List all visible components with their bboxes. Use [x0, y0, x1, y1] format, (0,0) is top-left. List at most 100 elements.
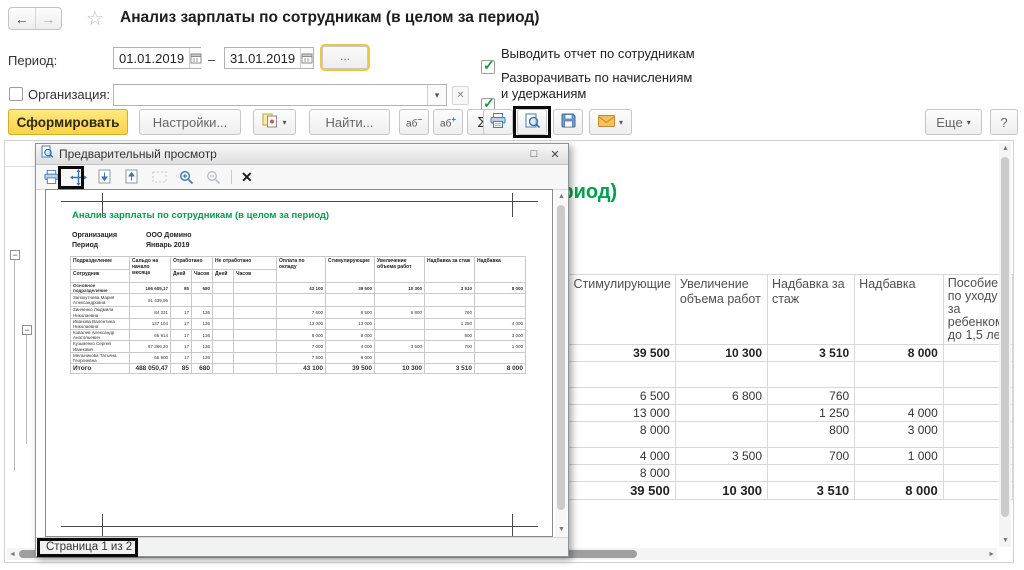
back-arrow-icon: ←	[15, 11, 29, 27]
column-header: Сотрудник	[71, 270, 130, 283]
period-label: Период	[72, 242, 98, 249]
header-row: Подразделение Сальдо на начало месяца От…	[71, 257, 526, 270]
forward-button[interactable]: →	[36, 8, 62, 29]
check-icon: ✓	[483, 57, 495, 74]
expand-label: Разворачивать по начислениям и удержания…	[501, 70, 701, 102]
help-button[interactable]: ?	[990, 109, 1018, 135]
zoom-out-button[interactable]	[204, 168, 222, 186]
find-button[interactable]: Найти...	[309, 109, 390, 135]
calendar-icon[interactable]	[189, 48, 202, 68]
close-preview-button[interactable]: ✕	[241, 169, 253, 186]
dialog-title: Предварительный просмотр	[59, 147, 521, 161]
preview-report-title: Анализ зарплаты по сотрудникам (в целом …	[72, 210, 329, 221]
scroll-up-icon[interactable]: ▲	[1002, 145, 1009, 153]
by-employees-checkbox[interactable]: ✓	[481, 60, 495, 74]
report-variants-button[interactable]: ▾	[253, 109, 296, 135]
collapse-groups-icon: аб−	[406, 115, 422, 129]
table-row[interactable]: 7 5008 000	[494, 465, 1013, 482]
send-email-button[interactable]: ▾	[589, 109, 632, 135]
column-header: Не отработано	[213, 257, 277, 270]
back-button[interactable]: ←	[9, 8, 36, 29]
table-row: Зинченко Людмила Николаевна84 331171367 …	[71, 307, 526, 318]
column-header: Дней	[171, 270, 192, 283]
report-header-row: Оплата по окладу Стимулирующие Увеличени…	[494, 275, 1013, 345]
table-row: Основное подразделение166 605,178568043 …	[71, 283, 526, 294]
column-header[interactable]: Увеличение объема работ	[675, 275, 767, 345]
scroll-left-icon[interactable]: ◄	[9, 551, 16, 559]
margin-mark	[102, 514, 103, 536]
selection-area-icon	[150, 168, 168, 186]
column-header: Отработано	[171, 257, 213, 270]
period-label: Период:	[8, 53, 57, 68]
generate-button[interactable]: Сформировать	[8, 109, 128, 135]
scrollbar-thumb[interactable]	[557, 205, 565, 510]
report-vertical-scrollbar[interactable]: ▲ ▼	[999, 143, 1011, 547]
scrollbar-thumb[interactable]	[1001, 157, 1009, 517]
scroll-right-icon[interactable]: ►	[988, 551, 995, 559]
table-row[interactable]: 7 0004 0003 5007001 000	[494, 448, 1013, 465]
more-label: Еще	[936, 115, 962, 130]
column-header[interactable]: Надбавка за стаж	[768, 275, 855, 345]
save-button[interactable]	[553, 109, 583, 135]
column-header: Стимулирующие	[326, 257, 375, 283]
table-row: Запокутнева Мария Александровна91 439,95	[71, 294, 526, 307]
print-button[interactable]	[483, 109, 513, 135]
group-panel-divider	[5, 166, 35, 167]
chevron-down-icon: ▾	[282, 118, 286, 127]
toolbar-separator	[231, 170, 232, 184]
table-row: Кузьменко Сергей Иванович67 366,20171367…	[71, 341, 526, 352]
calendar-icon[interactable]	[300, 48, 313, 68]
table-row[interactable]	[494, 362, 1013, 388]
previous-page-button[interactable]	[123, 168, 141, 186]
print-preview-icon	[525, 113, 540, 132]
table-row[interactable]: 13 00013 0001 2504 000	[494, 405, 1013, 422]
column-header: Часов	[192, 270, 213, 283]
column-header[interactable]: Надбавка	[855, 275, 944, 345]
period-options-button[interactable]: ...	[322, 46, 368, 69]
page-title: Анализ зарплаты по сотрудникам (в целом …	[120, 9, 539, 27]
table-row[interactable]: 43 10039 50010 3003 5108 000	[494, 345, 1013, 362]
column-header: Оплата по окладу	[277, 257, 326, 283]
scroll-down-icon[interactable]: ▼	[1002, 537, 1009, 545]
next-page-button[interactable]	[96, 168, 114, 186]
save-floppy-icon	[561, 113, 576, 131]
organization-combobox[interactable]: ▾	[113, 84, 447, 106]
table-row[interactable]: 7 6006 5006 800760	[494, 388, 1013, 405]
column-header: Сальдо на начало месяца	[130, 257, 171, 283]
column-header[interactable]: Стимулирующие	[569, 275, 675, 345]
collapse-group-toggle[interactable]: −	[10, 250, 20, 260]
group-tree-line	[14, 259, 15, 471]
margin-mark	[61, 526, 538, 527]
pan-button[interactable]	[69, 168, 87, 186]
table-row[interactable]: 8 0008 0008003 000	[494, 422, 1013, 448]
settings-button[interactable]: Настройки...	[139, 109, 241, 135]
scroll-down-icon[interactable]: ▼	[558, 526, 565, 534]
period-from-field[interactable]: 01.01.2019	[113, 47, 201, 69]
scroll-up-icon[interactable]: ▲	[558, 193, 565, 201]
clear-icon[interactable]: ✕	[452, 86, 469, 105]
period-to-field[interactable]: 31.01.2019	[224, 47, 314, 69]
table-row[interactable]: 43 10039 50010 3003 5108 000	[494, 482, 1013, 500]
dialog-titlebar[interactable]: Предварительный просмотр □ ✕	[36, 144, 568, 165]
collapse-groups-button[interactable]: аб−	[399, 109, 429, 135]
expand-groups-button[interactable]: аб+	[433, 109, 463, 135]
app-window: ← → ☆ Анализ зарплаты по сотрудникам (в …	[0, 0, 1024, 570]
close-icon[interactable]: ✕	[547, 148, 563, 161]
period-dash: –	[208, 52, 215, 67]
print-button[interactable]	[42, 168, 60, 186]
zoom-in-button[interactable]	[177, 168, 195, 186]
page-counter: Страница 1 из 2	[46, 541, 132, 553]
preview-doc-icon	[41, 145, 54, 164]
dialog-vertical-scrollbar[interactable]: ▲ ▼	[555, 190, 567, 537]
preview-page: Анализ зарплаты по сотрудникам (в целом …	[45, 189, 553, 537]
chevron-down-icon[interactable]: ▾	[427, 85, 446, 105]
more-button[interactable]: Еще▾	[925, 109, 982, 135]
period-to-value: 31.01.2019	[225, 51, 300, 66]
column-header: Надбавка	[475, 257, 526, 283]
favorite-star-icon[interactable]: ☆	[86, 6, 104, 31]
column-header: Дней	[213, 270, 234, 283]
organization-checkbox[interactable]	[9, 87, 23, 101]
preview-button[interactable]	[517, 109, 547, 135]
collapse-group-toggle[interactable]: −	[22, 325, 32, 335]
maximize-icon[interactable]: □	[526, 148, 542, 160]
